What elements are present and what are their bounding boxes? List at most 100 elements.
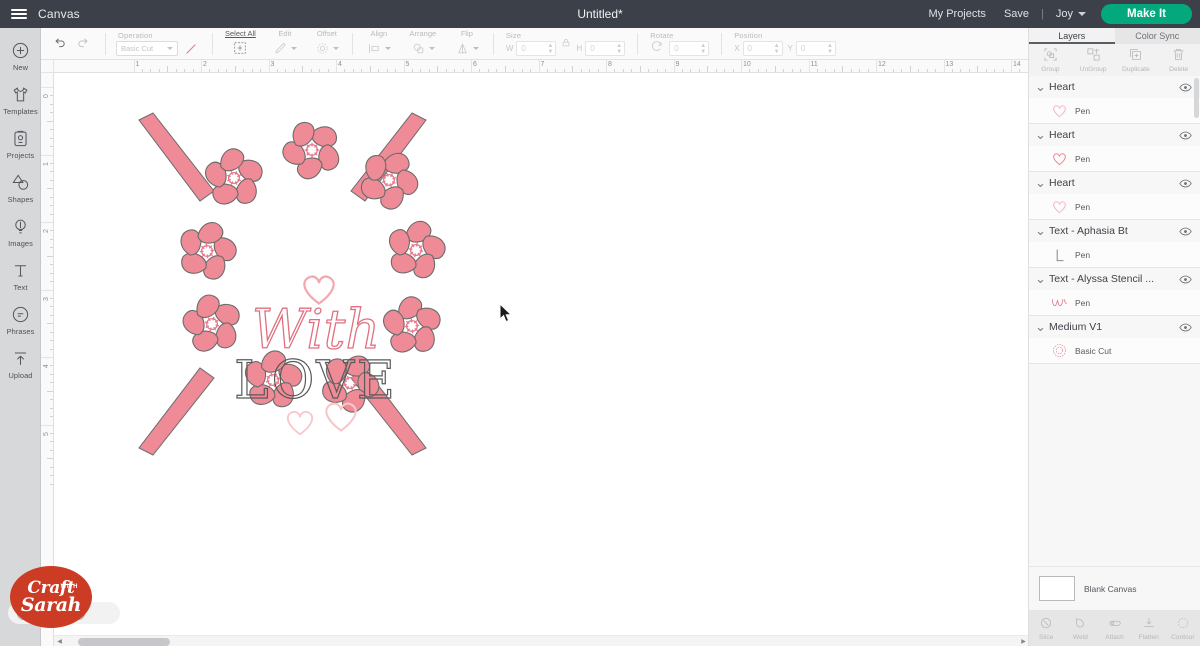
rail-item-upload[interactable]: Upload	[0, 342, 41, 386]
layers-scroll-thumb[interactable]	[1194, 78, 1199, 118]
save-button[interactable]: Save	[995, 8, 1038, 20]
tab-color-sync[interactable]: Color Sync	[1115, 28, 1200, 44]
ruler-minor-tick	[758, 69, 759, 73]
layer-group[interactable]: ⌄Text - Alyssa Stencil ...Pen	[1029, 268, 1200, 316]
rail-item-new[interactable]: New	[0, 34, 41, 78]
edit-button[interactable]	[270, 39, 300, 58]
layer-header[interactable]: ⌄Text - Alyssa Stencil ...	[1029, 268, 1200, 290]
operation-select[interactable]: Basic Cut	[116, 41, 178, 56]
horizontal-scroll-thumb[interactable]	[78, 638, 170, 646]
lock-icon[interactable]	[561, 37, 571, 51]
undo-icon[interactable]	[47, 32, 71, 56]
position-y-label: Y	[788, 44, 793, 53]
blank-canvas-row[interactable]: Blank Canvas	[1029, 566, 1200, 610]
blank-canvas-swatch[interactable]	[1039, 576, 1075, 601]
canvas-surface[interactable]: With LOVE	[54, 73, 1029, 646]
visibility-eye-icon[interactable]	[1179, 179, 1192, 188]
layers-list[interactable]: ▲ ⌄HeartPen⌄HeartPen⌄HeartPen⌄Text - Aph…	[1029, 76, 1200, 566]
attach-button[interactable]: Attach	[1097, 616, 1131, 641]
layer-operation-label: Pen	[1075, 106, 1090, 116]
redo-icon[interactable]	[71, 32, 95, 56]
design-artwork[interactable]: With LOVE	[54, 73, 1029, 646]
ruler-minor-tick	[50, 180, 54, 181]
position-y-field[interactable]: Y 0▲▼	[788, 41, 836, 56]
offset-group: Offset	[306, 28, 348, 60]
duplicate-button[interactable]: Duplicate	[1115, 47, 1158, 73]
delete-button[interactable]: Delete	[1157, 47, 1200, 73]
layer-header[interactable]: ⌄Heart	[1029, 124, 1200, 146]
chevron-down-icon[interactable]: ⌄	[1035, 324, 1045, 330]
chevron-down-icon[interactable]: ⌄	[1035, 180, 1045, 186]
layer-group[interactable]: ⌄HeartPen	[1029, 172, 1200, 220]
account-menu[interactable]: Joy	[1047, 8, 1095, 20]
stepper-icon[interactable]: ▲▼	[700, 43, 706, 55]
layer-group[interactable]: ⌄Text - Aphasia BtPen	[1029, 220, 1200, 268]
size-width-field[interactable]: W 0▲▼	[506, 41, 557, 56]
visibility-eye-icon[interactable]	[1179, 131, 1192, 140]
vertical-ruler[interactable]: 012345	[41, 73, 54, 646]
rail-item-templates[interactable]: Templates	[0, 78, 41, 122]
layer-child-row[interactable]: Basic Cut	[1029, 338, 1200, 363]
visibility-eye-icon[interactable]	[1179, 227, 1192, 236]
align-button[interactable]	[364, 39, 394, 58]
hamburger-icon[interactable]	[0, 0, 38, 28]
contour-button[interactable]: Contour	[1166, 616, 1200, 641]
chevron-down-icon[interactable]: ⌄	[1035, 276, 1045, 282]
logo-with-text: WITH	[61, 584, 78, 590]
pen-color-swatch[interactable]	[184, 42, 198, 56]
make-it-button[interactable]: Make It	[1101, 4, 1192, 24]
stepper-icon[interactable]: ▲▼	[774, 43, 780, 55]
chevron-down-icon[interactable]: ⌄	[1035, 132, 1045, 138]
ungroup-button[interactable]: UnGroup	[1072, 47, 1115, 73]
rail-item-phrases[interactable]: Phrases	[0, 298, 41, 342]
ruler-minor-tick	[479, 69, 480, 73]
size-height-field[interactable]: H 0▲▼	[576, 41, 625, 56]
chevron-down-icon[interactable]: ⌄	[1035, 84, 1045, 90]
chevron-down-icon[interactable]: ⌄	[1035, 228, 1045, 234]
rotate-field[interactable]: 0▲▼	[669, 41, 709, 56]
scroll-left-arrow-icon[interactable]: ◀	[54, 636, 65, 646]
visibility-eye-icon[interactable]	[1179, 323, 1192, 332]
rail-item-text[interactable]: Text	[0, 254, 41, 298]
select-all-icon[interactable]	[228, 39, 252, 58]
layer-header[interactable]: ⌄Medium V1	[1029, 316, 1200, 338]
ruler-minor-tick	[50, 306, 54, 307]
layer-group[interactable]: ⌄Heart Pen	[1029, 76, 1200, 124]
rail-item-shapes[interactable]: Shapes	[0, 166, 41, 210]
my-projects-link[interactable]: My Projects	[919, 8, 994, 20]
tab-layers[interactable]: Layers	[1029, 28, 1115, 44]
layer-child-row[interactable]: Pen	[1029, 98, 1200, 123]
rotate-icon[interactable]	[650, 40, 664, 57]
horizontal-ruler[interactable]: 1234567891011121314	[54, 60, 1029, 73]
rail-item-projects[interactable]: Projects	[0, 122, 41, 166]
rail-item-images[interactable]: Images	[0, 210, 41, 254]
stepper-icon[interactable]: ▲▼	[547, 43, 553, 55]
canvas-horizontal-scrollbar[interactable]: ◀ ▶	[54, 635, 1029, 646]
visibility-eye-icon[interactable]	[1179, 275, 1192, 284]
ruler-minor-tick	[910, 66, 911, 72]
stepper-icon[interactable]: ▲▼	[827, 43, 833, 55]
weld-button[interactable]: Weld	[1063, 616, 1097, 641]
layer-header[interactable]: ⌄Heart	[1029, 76, 1200, 98]
layer-child-row[interactable]: Pen	[1029, 290, 1200, 315]
flip-button[interactable]	[452, 39, 482, 58]
layer-group[interactable]: ⌄HeartPen	[1029, 124, 1200, 172]
visibility-eye-icon[interactable]	[1179, 83, 1192, 92]
slice-button[interactable]: Slice	[1029, 616, 1063, 641]
layer-group[interactable]: ⌄Medium V1Basic Cut	[1029, 316, 1200, 364]
flatten-button[interactable]: Flatten	[1132, 616, 1166, 641]
layer-header[interactable]: ⌄Text - Aphasia Bt	[1029, 220, 1200, 242]
position-x-field[interactable]: X 0▲▼	[734, 41, 782, 56]
stepper-icon[interactable]: ▲▼	[616, 43, 622, 55]
layer-child-row[interactable]: Pen	[1029, 194, 1200, 219]
select-all-label[interactable]: Select All	[225, 28, 256, 39]
layer-child-row[interactable]: Pen	[1029, 242, 1200, 267]
group-button[interactable]: Group	[1029, 47, 1072, 73]
offset-button[interactable]	[312, 39, 342, 58]
layer-child-row[interactable]: Pen	[1029, 146, 1200, 171]
layer-header[interactable]: ⌄Heart	[1029, 172, 1200, 194]
speech-bubble-icon	[11, 305, 31, 325]
operation-group: Operation Basic Cut	[110, 28, 208, 60]
arrange-button[interactable]	[408, 39, 438, 58]
toolbar-divider	[352, 33, 353, 55]
